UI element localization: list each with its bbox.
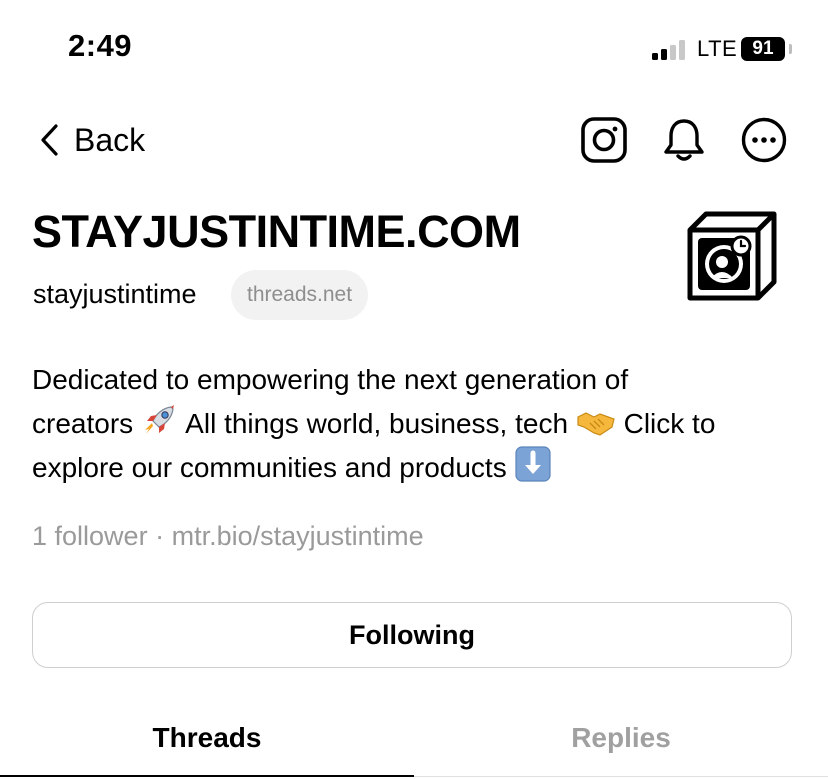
tab-threads[interactable]: Threads [0, 712, 414, 779]
chevron-left-icon [41, 124, 58, 156]
following-button[interactable]: Following [32, 602, 792, 668]
profile-display-name: STAYJUSTINTIME.COM [32, 206, 521, 257]
profile-meta: 1 follower · mtr.bio/stayjustintime [32, 521, 424, 552]
back-label: Back [74, 121, 146, 158]
active-tab-indicator [0, 775, 414, 777]
instagram-icon[interactable] [580, 116, 628, 164]
rocket-emoji-icon [144, 405, 174, 434]
tab-replies[interactable]: Replies [414, 712, 828, 779]
followers-count[interactable]: 1 follower [32, 521, 148, 551]
bio-line-2c: Click to [623, 408, 716, 439]
battery-icon: 91 [741, 37, 792, 61]
battery-level: 91 [741, 37, 785, 61]
avatar[interactable] [686, 210, 778, 302]
network-type: LTE [697, 36, 738, 61]
tab-divider [414, 776, 828, 777]
profile-link[interactable]: mtr.bio/stayjustintime [172, 521, 424, 551]
handshake-emoji-icon [577, 412, 615, 436]
meta-separator: · [155, 521, 165, 551]
down-arrow-emoji-icon [515, 446, 552, 482]
domain-badge[interactable]: threads.net [231, 270, 369, 320]
profile-bio: Dedicated to empowering the next generat… [32, 358, 802, 489]
cellular-signal-icon [652, 40, 688, 60]
bio-line-3: explore our communities and products [32, 452, 507, 483]
bio-line-2a: creators [32, 408, 134, 439]
bio-line-2b: All things world, business, tech [185, 408, 569, 439]
back-button[interactable]: Back [38, 118, 145, 162]
profile-username: stayjustintime [33, 279, 197, 309]
status-time: 2:49 [68, 28, 133, 63]
bell-icon[interactable] [660, 116, 708, 164]
more-icon[interactable] [740, 116, 788, 164]
bio-line-1: Dedicated to empowering the next generat… [32, 364, 629, 395]
